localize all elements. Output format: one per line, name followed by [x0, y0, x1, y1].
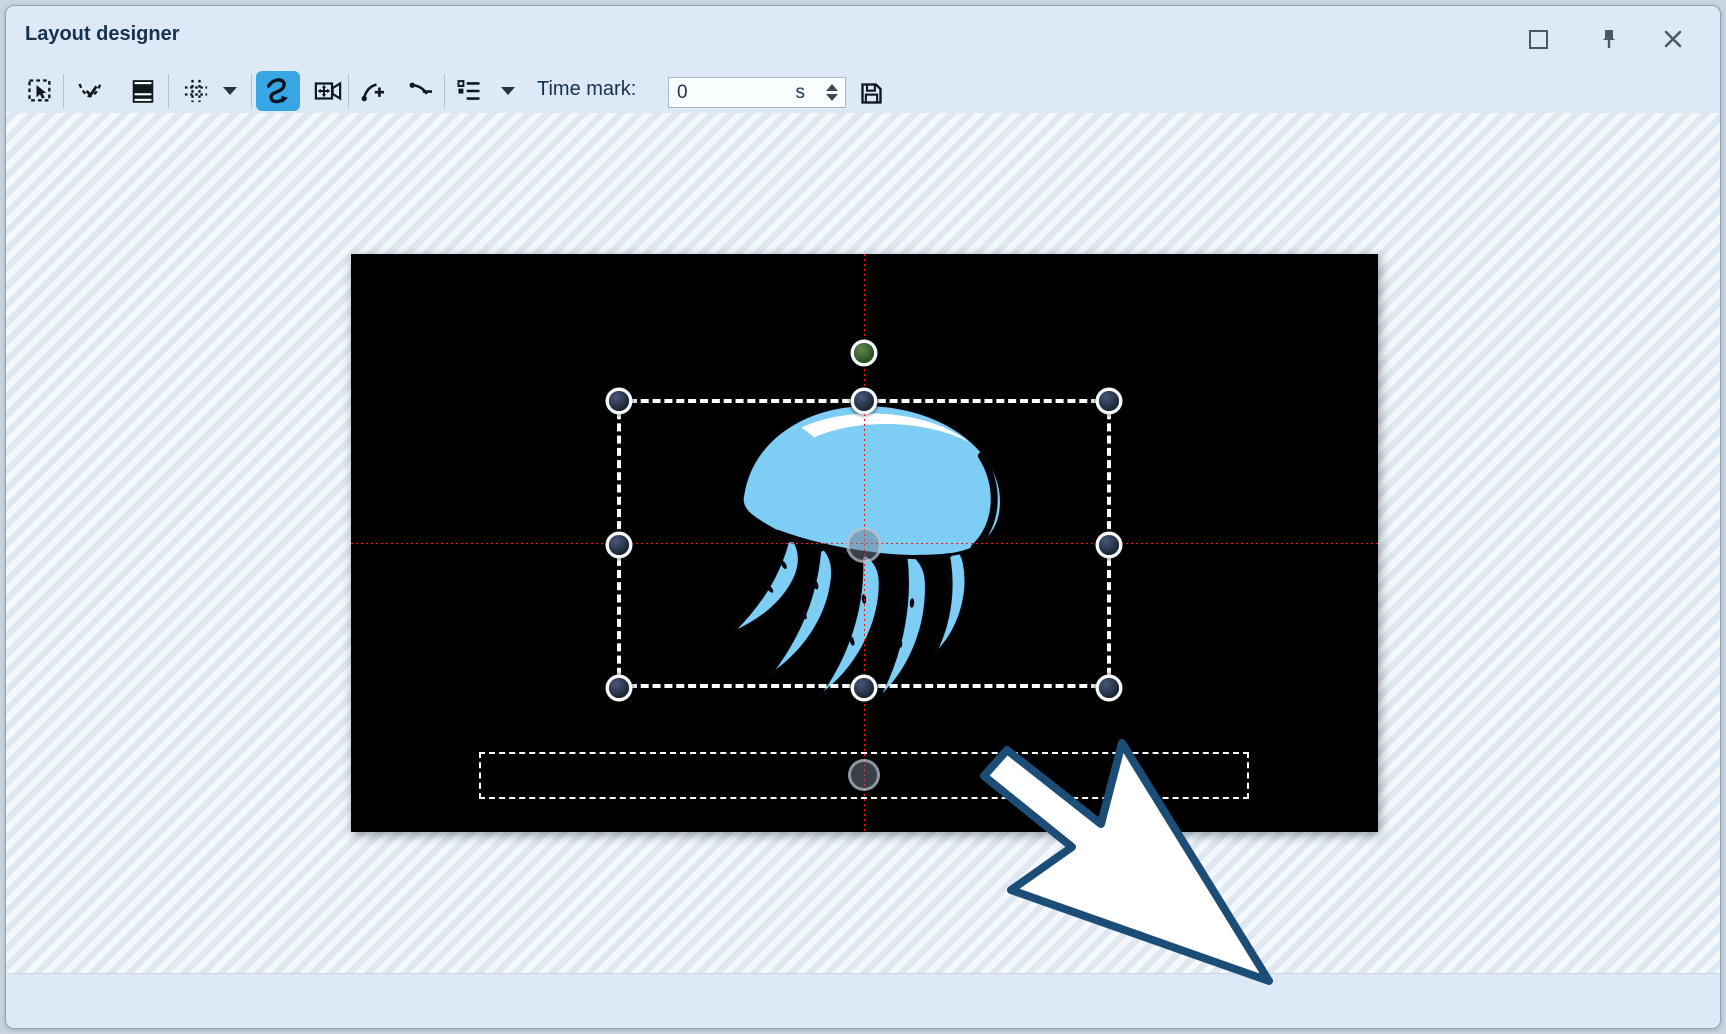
time-mark-field: s [668, 77, 846, 108]
selection-rectangle[interactable] [617, 399, 1111, 688]
keyframe-list-dropdown[interactable] [493, 71, 523, 111]
smooth-curve-icon [76, 77, 104, 105]
toolbar-separator [63, 74, 64, 108]
textbox-center-handle[interactable] [848, 759, 880, 791]
motion-path-tool-button[interactable] [256, 71, 300, 111]
rotation-handle[interactable] [854, 343, 874, 363]
mouse-cursor-arrow [976, 736, 1291, 1004]
save-button[interactable] [858, 80, 885, 107]
toolbar-separator [251, 74, 252, 108]
handle-top-right[interactable] [1099, 391, 1119, 411]
toolbar-separator [348, 74, 349, 108]
cursor-arrow-icon [984, 743, 1269, 981]
handle-middle-left[interactable] [609, 535, 629, 555]
handle-middle-right[interactable] [1099, 535, 1119, 555]
remove-curve-point-icon [407, 77, 435, 105]
pin-icon [1603, 30, 1615, 40]
handle-top-center[interactable] [854, 391, 874, 411]
grid-icon [182, 77, 210, 105]
select-tool-icon [26, 77, 54, 105]
spinner-down-icon[interactable] [826, 94, 838, 101]
keyframe-list-icon [455, 77, 483, 105]
chevron-down-icon [223, 87, 237, 96]
handle-top-left[interactable] [609, 391, 629, 411]
time-mark-label: Time mark: [537, 78, 636, 101]
camera-pan-tool-button[interactable] [306, 71, 350, 111]
layers-icon [129, 77, 157, 105]
page-title: Layout designer [25, 23, 179, 46]
grid-tool-button[interactable] [174, 71, 218, 111]
layout-designer-window: Layout designer [5, 5, 1721, 1029]
transport-bar: 00:00.000 Live preview [5, 973, 1721, 1029]
handle-bottom-left[interactable] [609, 678, 629, 698]
grid-options-dropdown[interactable] [215, 71, 245, 111]
toolbar-separator [168, 74, 169, 108]
smooth-curve-tool-button[interactable] [68, 71, 112, 111]
motion-path-icon [263, 76, 293, 106]
spinner-up-icon[interactable] [826, 84, 838, 91]
center-move-handle[interactable] [846, 527, 882, 563]
maximize-button[interactable] [1529, 30, 1548, 49]
toolbar-separator [444, 74, 445, 108]
close-icon [1666, 32, 1680, 46]
handle-bottom-center[interactable] [854, 678, 874, 698]
layers-tool-button[interactable] [121, 71, 165, 111]
camera-pan-icon [313, 77, 343, 105]
design-stage [5, 113, 1721, 973]
pin-button[interactable] [1597, 27, 1621, 51]
select-tool-button[interactable] [18, 71, 62, 111]
handle-bottom-right[interactable] [1099, 678, 1119, 698]
remove-curve-point-button[interactable] [399, 71, 443, 111]
time-mark-input[interactable] [669, 81, 796, 105]
time-mark-spinner[interactable] [819, 78, 845, 107]
keyframe-list-button[interactable] [447, 71, 491, 111]
add-curve-point-icon [359, 77, 387, 105]
add-curve-point-button[interactable] [351, 71, 395, 111]
time-mark-unit: s [796, 82, 806, 104]
close-button[interactable] [1661, 27, 1685, 51]
chevron-down-icon [501, 87, 515, 96]
